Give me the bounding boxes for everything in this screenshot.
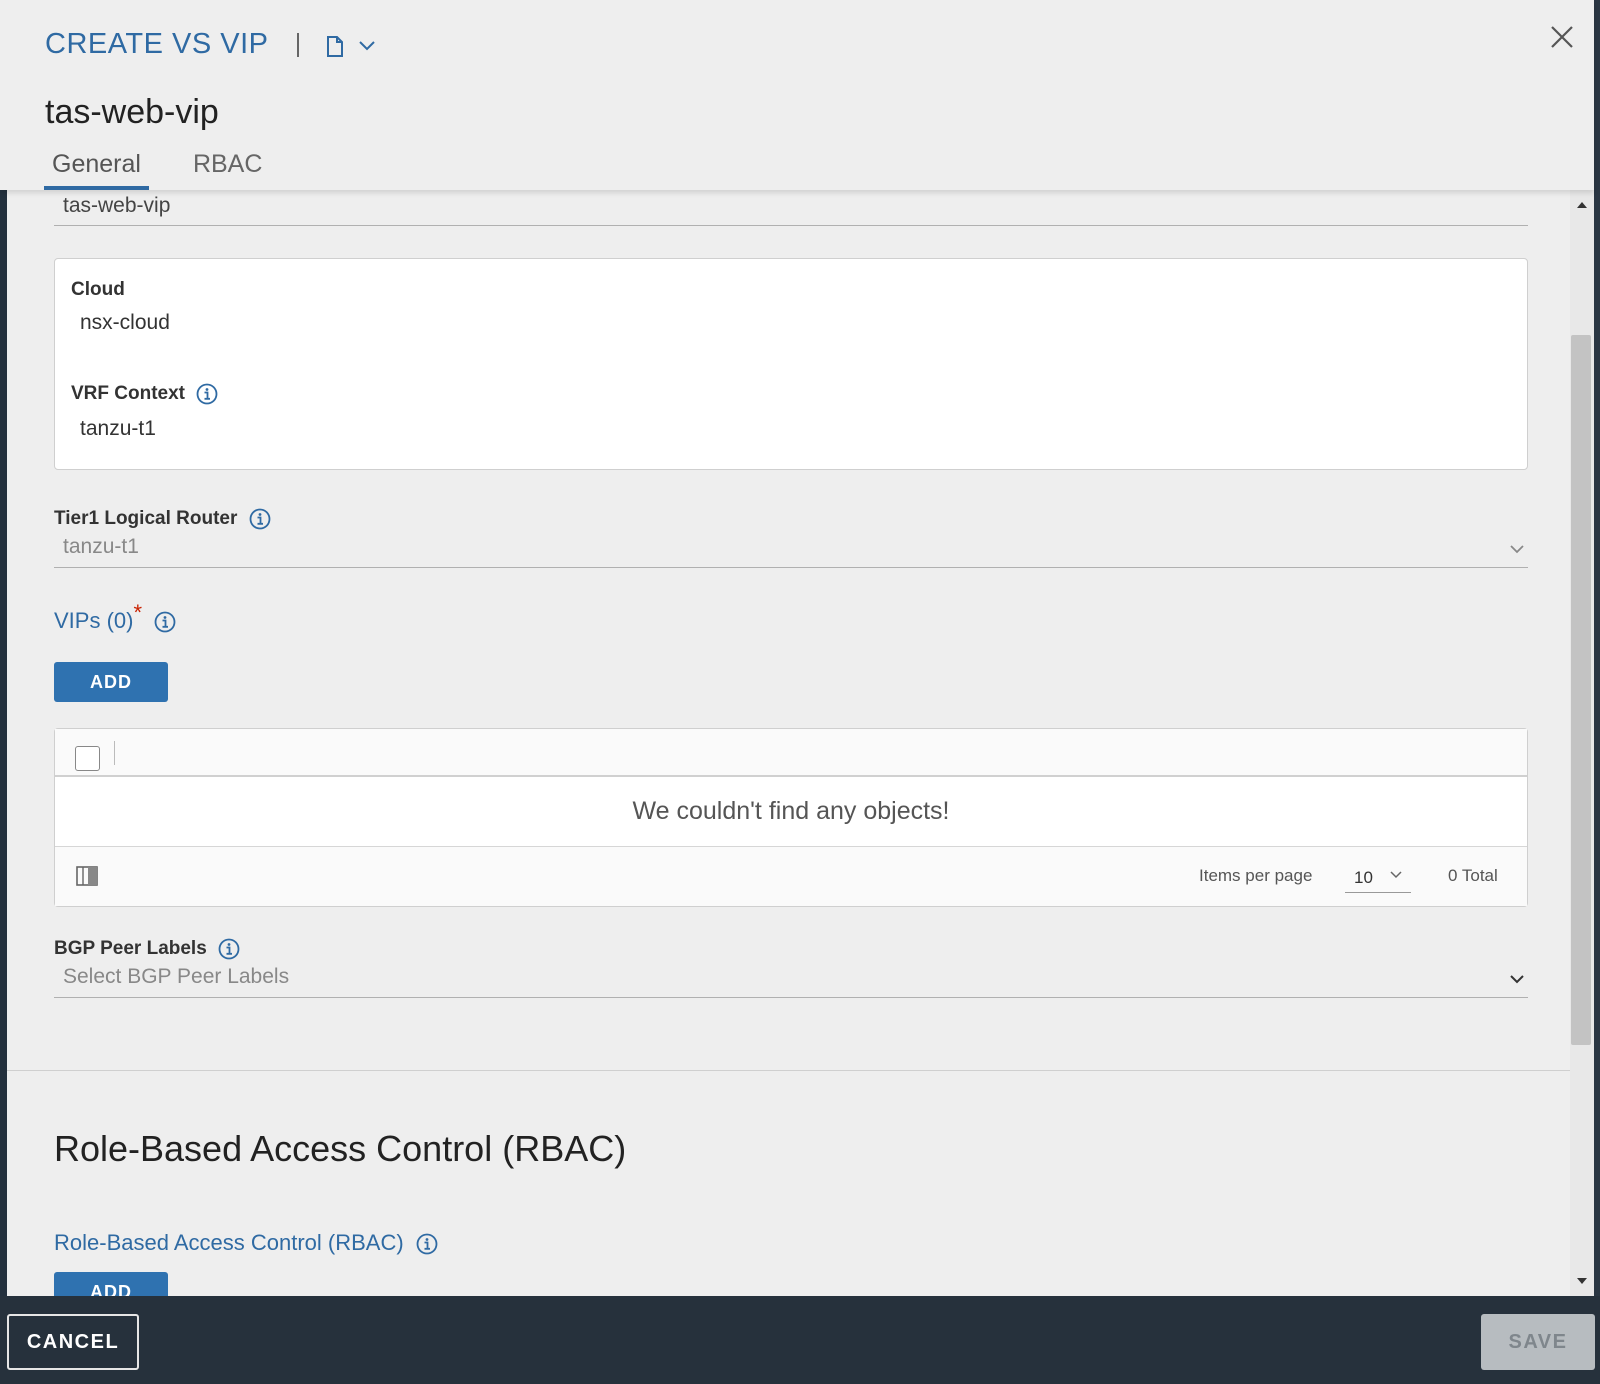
left-edge (0, 96, 7, 1296)
vrf-context-label: VRF Context (71, 383, 185, 405)
bgp-peer-labels-label: BGP Peer Labels (54, 938, 207, 960)
modal-header: CREATE VS VIP tas-web-vip General RBAC (0, 0, 1594, 190)
cloud-vrf-card: Cloud nsx-cloud VRF Context tanzu-t1 (54, 258, 1528, 470)
scroll-up-icon[interactable] (1575, 200, 1589, 210)
items-per-page-label: Items per page (1199, 866, 1313, 885)
document-icon[interactable] (326, 36, 344, 57)
tier1-router-label-row: Tier1 Logical Router (54, 508, 271, 530)
cancel-button[interactable]: CANCEL (7, 1314, 139, 1370)
scrollbar-thumb[interactable] (1571, 335, 1591, 1045)
bgp-peer-labels-label-row: BGP Peer Labels (54, 938, 240, 960)
required-marker: * (133, 600, 143, 625)
tab-bar: General RBAC (44, 148, 306, 190)
info-icon[interactable] (249, 508, 271, 530)
chevron-down-icon[interactable] (358, 38, 376, 52)
cloud-value: nsx-cloud (80, 311, 170, 334)
rbac-label-row: Role-Based Access Control (RBAC) (54, 1230, 438, 1256)
datagrid-footer: Items per page 10 0 Total (55, 847, 1527, 906)
bgp-peer-labels-placeholder: Select BGP Peer Labels (63, 965, 290, 988)
info-icon[interactable] (154, 611, 176, 633)
cloud-label: Cloud (71, 279, 125, 300)
create-vs-vip-modal: CREATE VS VIP tas-web-vip General RBAC t… (0, 0, 1600, 1296)
modal-title: CREATE VS VIP (45, 28, 269, 60)
datagrid-header (55, 729, 1527, 777)
name-field[interactable]: tas-web-vip (54, 190, 1528, 226)
column-toggle-icon[interactable] (76, 866, 98, 886)
vips-label-row: VIPs (0)* (54, 600, 176, 634)
vips-label: VIPs (0) (54, 608, 134, 633)
bgp-peer-labels-select[interactable]: Select BGP Peer Labels (54, 962, 1528, 998)
column-divider (114, 741, 115, 765)
chevron-down-icon (1510, 545, 1524, 554)
tab-rbac[interactable]: RBAC (185, 148, 270, 190)
info-icon[interactable] (196, 383, 218, 405)
rbac-label: Role-Based Access Control (RBAC) (54, 1230, 404, 1255)
items-per-page-value: 10 (1354, 868, 1373, 887)
close-icon[interactable] (1547, 22, 1577, 52)
tab-general[interactable]: General (44, 148, 149, 190)
chevron-down-icon (1510, 975, 1524, 984)
add-rbac-button[interactable]: ADD (54, 1272, 168, 1296)
object-name-heading: tas-web-vip (45, 93, 219, 131)
rbac-section-title: Role-Based Access Control (RBAC) (54, 1128, 627, 1169)
vrf-context-value: tanzu-t1 (80, 417, 156, 440)
empty-placeholder: We couldn't find any objects! (55, 777, 1527, 847)
vrf-context-label-row: VRF Context (71, 383, 218, 405)
save-button[interactable]: SAVE (1481, 1314, 1595, 1370)
modal-footer: CANCEL SAVE (0, 1296, 1600, 1384)
items-per-page-select[interactable]: 10 (1345, 861, 1411, 893)
scroll-down-icon[interactable] (1575, 1276, 1589, 1286)
form-content: tas-web-vip Cloud nsx-cloud VRF Context … (7, 190, 1570, 1296)
vips-datagrid: We couldn't find any objects! Items per … (54, 728, 1528, 907)
info-icon[interactable] (416, 1233, 438, 1255)
add-vip-button[interactable]: ADD (54, 662, 168, 702)
chevron-down-icon (1390, 871, 1402, 879)
total-count: 0 Total (1448, 866, 1498, 885)
info-icon[interactable] (218, 938, 240, 960)
section-divider (7, 1070, 1570, 1071)
select-all-checkbox[interactable] (75, 746, 100, 771)
tier1-router-value: tanzu-t1 (63, 535, 139, 558)
tier1-router-select[interactable]: tanzu-t1 (54, 532, 1528, 568)
tier1-router-label: Tier1 Logical Router (54, 508, 238, 530)
right-edge (1594, 0, 1600, 1296)
title-separator (297, 33, 299, 57)
